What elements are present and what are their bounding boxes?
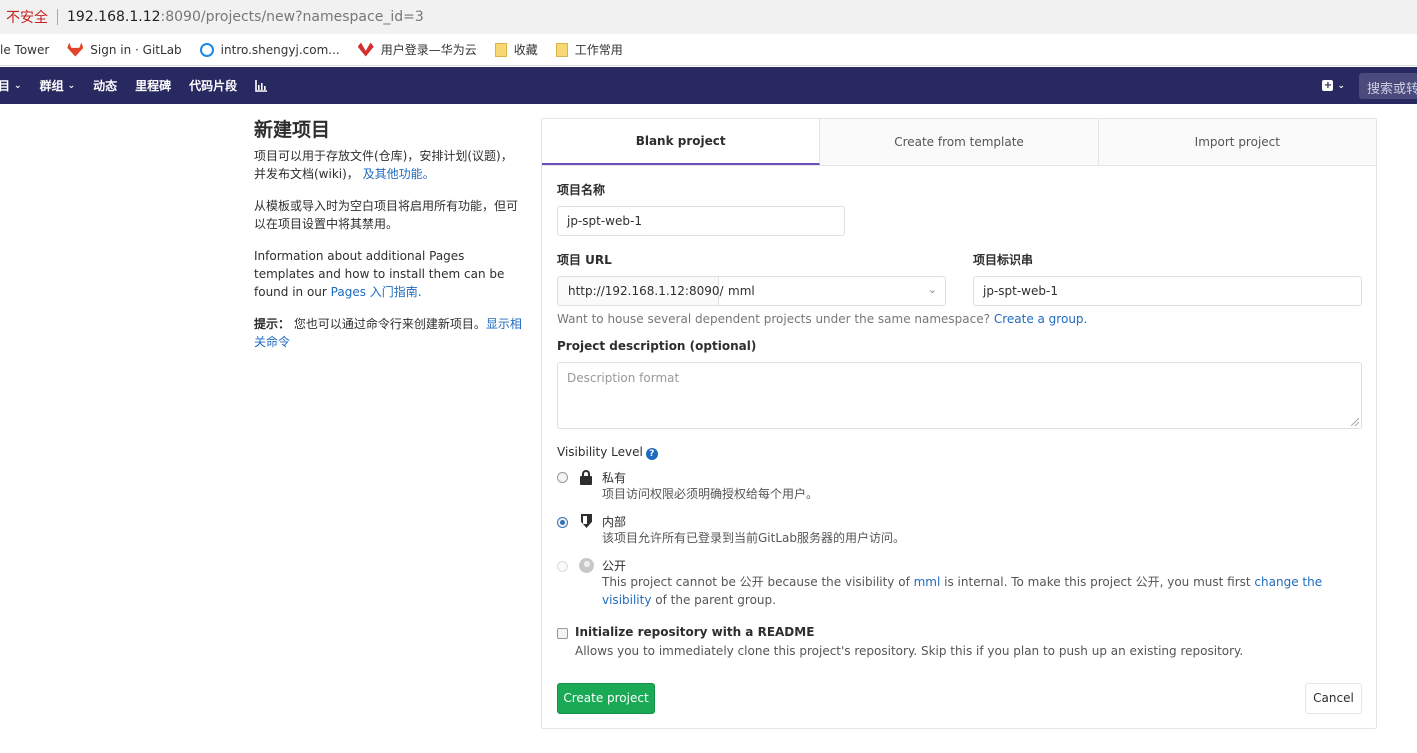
pages-note: Information about additional Pages templ… <box>254 247 524 301</box>
create-project-button[interactable]: Create project <box>557 683 655 714</box>
tip-text: 提示： 您也可以通过命令行来创建新项目。显示相关命令 <box>254 315 524 351</box>
readme-desc: Allows you to immediately clone this pro… <box>575 644 1244 658</box>
tip-body: 您也可以通过命令行来创建新项目。 <box>293 317 486 331</box>
plus-icon: + <box>1322 80 1334 91</box>
nav-label: 群组 <box>39 79 64 93</box>
globe-icon <box>579 558 594 573</box>
tab-import-project[interactable]: Import project <box>1098 119 1376 165</box>
template-note: 从模板或导入时为空白项目将启用所有功能，但可以在项目设置中将其禁用。 <box>254 199 519 231</box>
bookmarks-bar: le Tower Sign in · GitLab intro.shengyj.… <box>0 34 1417 66</box>
project-name-label: 项目名称 <box>557 183 606 197</box>
nav-milestones[interactable]: 里程碑 <box>135 77 171 94</box>
bookmark-favorites[interactable]: 收藏 <box>494 41 538 58</box>
tip-label: 提示： <box>254 317 291 331</box>
visibility-public-desc: This project cannot be 公开 because the vi… <box>602 573 1362 609</box>
bookmark-label: le Tower <box>0 42 50 57</box>
chevron-down-icon: ⌄ <box>927 283 937 296</box>
visibility-label: Visibility Level? <box>557 445 658 460</box>
project-tabs: Blank project Create from template Impor… <box>542 119 1376 166</box>
nav-snippets[interactable]: 代码片段 <box>189 77 237 94</box>
bookmark-work[interactable]: 工作常用 <box>555 41 623 58</box>
tab-create-from-template[interactable]: Create from template <box>820 119 1099 165</box>
tab-blank-project[interactable]: Blank project <box>542 119 821 165</box>
chevron-down-icon: ⌄ <box>67 80 76 91</box>
huawei-icon <box>357 42 374 57</box>
help-icon[interactable]: ? <box>645 448 658 460</box>
namespace-value: mml <box>728 284 755 298</box>
chevron-down-icon: ⌄ <box>14 80 22 91</box>
chevron-down-icon: ⌄ <box>1337 80 1345 91</box>
nav-projects[interactable]: 目 ⌄ <box>0 77 22 94</box>
description-textarea[interactable]: Description format <box>557 362 1362 429</box>
nav-label: 动态 <box>93 79 118 93</box>
folder-icon <box>555 42 568 57</box>
resize-handle-icon[interactable] <box>1351 418 1359 426</box>
browser-address-bar[interactable]: 不安全 192.168.1.12:8090/projects/new?names… <box>0 0 1417 34</box>
public-desc-part: is internal. To make this project 公开, yo… <box>940 575 1255 589</box>
gitlab-icon <box>67 42 84 57</box>
url-path: :8090/projects/new?namespace_id=3 <box>160 9 424 25</box>
pages-guide-link[interactable]: Pages 入门指南. <box>331 285 422 299</box>
readme-label[interactable]: Initialize repository with a README <box>575 625 814 639</box>
project-slug-input[interactable]: jp-spt-web-1 <box>973 276 1362 306</box>
visibility-public-radio[interactable] <box>557 561 568 572</box>
namespace-select[interactable]: mml ⌄ <box>719 276 946 306</box>
intro-text: 项目可以用于存放文件(仓库)，安排计划(议题)，并发布文档(wiki)， 及其他… <box>254 147 524 183</box>
visibility-private-radio[interactable] <box>557 472 568 483</box>
folder-icon <box>494 42 507 57</box>
new-item-dropdown[interactable]: + ⌄ <box>1322 80 1345 91</box>
search-input[interactable]: 搜索或转 <box>1359 72 1417 99</box>
url-text[interactable]: 192.168.1.12:8090/projects/new?namespace… <box>67 9 424 25</box>
bookmark-label: 收藏 <box>513 43 538 57</box>
visibility-internal-title: 内部 <box>602 515 627 529</box>
readme-checkbox[interactable] <box>557 628 568 639</box>
bookmark-huawei[interactable]: 用户登录—华为云 <box>357 41 477 58</box>
page-title: 新建项目 <box>254 119 331 141</box>
visibility-label-text: Visibility Level <box>557 445 643 459</box>
project-name-input[interactable]: jp-spt-web-1 <box>557 206 845 236</box>
bookmark-shengyj[interactable]: intro.shengyj.com... <box>199 42 340 57</box>
project-slug-label: 项目标识串 <box>973 253 1034 267</box>
nav-label: 目 <box>0 79 11 93</box>
create-group-link[interactable]: Create a group. <box>994 312 1088 326</box>
chart-icon[interactable] <box>255 79 268 92</box>
url-prefix: http://192.168.1.12:8090/ <box>557 276 724 306</box>
info-column: 新建项目 项目可以用于存放文件(仓库)，安排计划(议题)，并发布文档(wiki)… <box>254 118 524 365</box>
address-separator <box>57 9 58 25</box>
visibility-private-title: 私有 <box>602 471 627 485</box>
more-features-link[interactable]: 及其他功能。 <box>363 167 435 181</box>
visibility-private-desc: 项目访问权限必须明确授权给每个用户。 <box>602 487 819 501</box>
bookmark-label: 用户登录—华为云 <box>380 43 477 57</box>
bookmark-label: intro.shengyj.com... <box>220 42 340 57</box>
url-host: 192.168.1.12 <box>67 9 161 25</box>
bookmark-label: 工作常用 <box>574 43 623 57</box>
nav-label: 里程碑 <box>135 79 172 93</box>
group-help-body: Want to house several dependent projects… <box>557 312 994 326</box>
bookmark-label: Sign in · GitLab <box>90 42 182 57</box>
bookmark-gitlab[interactable]: Sign in · GitLab <box>67 42 182 57</box>
group-help-text: Want to house several dependent projects… <box>557 312 1087 326</box>
visibility-public-title: 公开 <box>602 559 627 573</box>
bookmark-tower[interactable]: le Tower <box>0 43 49 57</box>
description-placeholder: Description format <box>567 371 680 385</box>
nav-activity[interactable]: 动态 <box>93 77 117 94</box>
cancel-button[interactable]: Cancel <box>1305 683 1362 714</box>
namespace-link[interactable]: mml <box>914 575 941 589</box>
public-desc-part: This project cannot be 公开 because the vi… <box>602 575 914 589</box>
public-desc-part: of the parent group. <box>651 593 776 607</box>
project-url-label: 项目 URL <box>557 253 612 267</box>
insecure-label: 不安全 <box>6 10 48 26</box>
top-nav: 目 ⌄ 群组 ⌄ 动态 里程碑 代码片段 + ⌄ 搜索或转 <box>0 67 1417 104</box>
s-icon <box>199 42 214 57</box>
description-label: Project description (optional) <box>557 339 757 353</box>
nav-label: 代码片段 <box>189 79 238 93</box>
visibility-internal-desc: 该项目允许所有已登录到当前GitLab服务器的用户访问。 <box>602 531 905 545</box>
visibility-internal-radio[interactable] <box>557 517 568 528</box>
lock-icon <box>580 470 592 485</box>
nav-groups[interactable]: 群组 ⌄ <box>40 77 76 94</box>
